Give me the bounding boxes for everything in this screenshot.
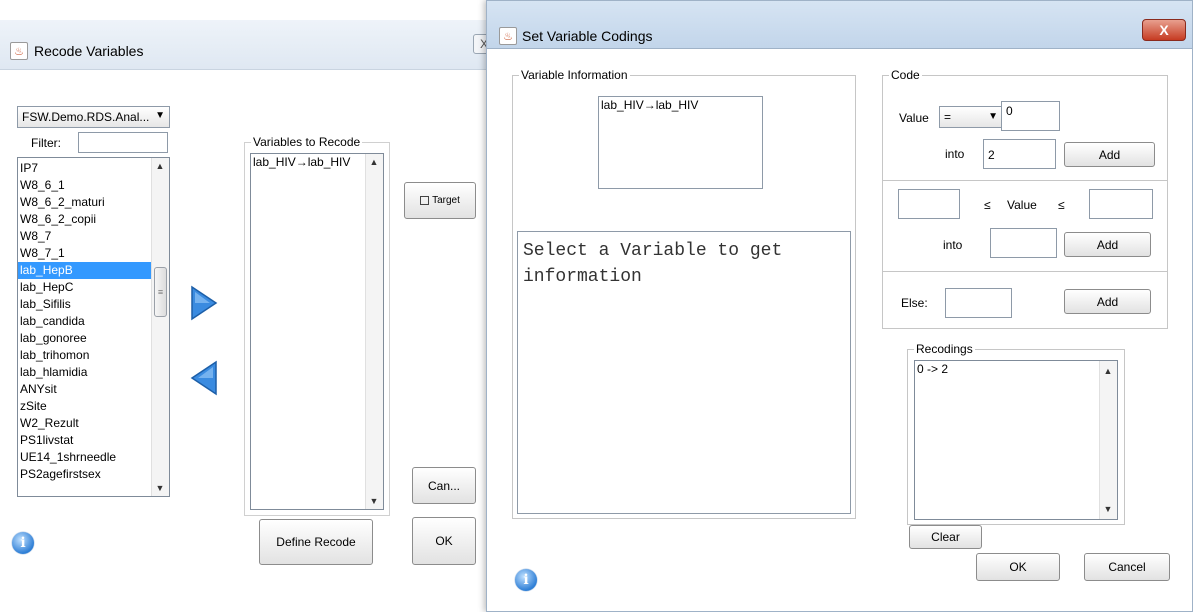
target-checkbox-button[interactable]: Target — [404, 182, 476, 219]
filter-label: Filter: — [31, 136, 61, 150]
code-group: Code Value = ▼ 0 into 2 Add ≤ Value ≤ in… — [882, 68, 1168, 329]
variable-info-text-area[interactable]: Select a Variable to get information — [517, 231, 851, 514]
recode-list-items: lab_HIV→lab_HIV — [251, 154, 366, 171]
variable-list-item[interactable]: PS2agefirstsex — [18, 466, 152, 483]
operator-value: = — [944, 110, 952, 124]
variable-list-item[interactable]: lab_HepC — [18, 279, 152, 296]
move-left-arrow-icon[interactable] — [190, 360, 218, 396]
separator — [883, 180, 1167, 181]
variable-list-item[interactable]: W2_Rezult — [18, 415, 152, 432]
variable-info-item[interactable]: lab_HIV→lab_HIV — [599, 97, 762, 114]
close-icon: X — [1159, 22, 1169, 38]
variable-list-scrollbar[interactable]: ▲ ≡ ▼ — [151, 158, 169, 496]
recodings-items: 0 -> 2 — [915, 361, 1100, 378]
chevron-down-icon: ▼ — [155, 110, 165, 121]
dataset-dropdown[interactable]: FSW.Demo.RDS.Anal... ▼ — [17, 106, 170, 128]
add-button[interactable]: Add — [1064, 142, 1155, 167]
leq-right: ≤ — [1058, 198, 1065, 212]
separator — [883, 271, 1167, 272]
into-input[interactable]: 2 — [983, 139, 1056, 169]
chevron-down-icon: ▼ — [988, 111, 998, 122]
add-else-button[interactable]: Add — [1064, 289, 1151, 314]
variable-list-items: IP7 W8_6_1 W8_6_2_maturi W8_6_2_copii W8_7 W8… — [18, 160, 152, 483]
else-label: Else: — [901, 296, 928, 310]
variable-list-item[interactable]: IP7 — [18, 160, 152, 177]
scroll-down-icon[interactable]: ▼ — [366, 496, 382, 506]
value-label: Value — [899, 111, 929, 125]
variable-list[interactable]: IP7 W8_6_1 W8_6_2_maturi W8_6_2_copii W8_7 W8… — [17, 157, 170, 497]
recode-list-item[interactable]: lab_HIV→lab_HIV — [251, 154, 366, 171]
variable-list-item[interactable]: lab_hlamidia — [18, 364, 152, 381]
variable-list-item[interactable]: W8_6_2_copii — [18, 211, 152, 228]
code-title: Code — [889, 68, 922, 82]
move-right-arrow-icon[interactable] — [190, 285, 218, 321]
set-variable-codings-dialog: ♨ Set Variable Codings X Variable Inform… — [486, 0, 1193, 612]
variable-list-item[interactable]: lab_HepB — [18, 262, 152, 279]
cancel-button[interactable]: Cancel — [1084, 553, 1170, 581]
info-icon[interactable]: i — [515, 569, 537, 591]
variables-to-recode-title: Variables to Recode — [251, 135, 363, 149]
window-title: Recode Variables — [34, 43, 144, 59]
recode-list[interactable]: lab_HIV→lab_HIV ▲ ▼ — [250, 153, 384, 510]
variable-list-item[interactable]: lab_gonoree — [18, 330, 152, 347]
scroll-up-icon[interactable]: ▲ — [366, 157, 382, 167]
scrollbar-thumb[interactable]: ≡ — [154, 267, 167, 317]
cancel-button[interactable]: Can... — [412, 467, 476, 504]
else-input[interactable] — [945, 288, 1012, 318]
java-app-icon: ♨ — [10, 42, 28, 60]
variables-to-recode-group: Variables to Recode lab_HIV→lab_HIV ▲ ▼ — [244, 135, 390, 516]
variable-list-item[interactable]: PS1livstat — [18, 432, 152, 449]
java-app-icon: ♨ — [499, 27, 517, 45]
ok-button[interactable]: OK — [976, 553, 1060, 581]
scroll-up-icon[interactable]: ▲ — [1100, 366, 1116, 376]
into-label: into — [945, 147, 965, 161]
variable-list-item[interactable]: W8_7_1 — [18, 245, 152, 262]
range-high-input[interactable] — [1089, 189, 1153, 219]
ok-button[interactable]: OK — [412, 517, 476, 565]
variable-list-item[interactable]: UE14_1shrneedle — [18, 449, 152, 466]
target-label: Target — [432, 195, 460, 206]
recoding-item[interactable]: 0 -> 2 — [915, 361, 1100, 378]
info-icon[interactable]: i — [12, 532, 34, 554]
operator-dropdown[interactable]: = ▼ — [939, 106, 1002, 128]
clear-button[interactable]: Clear — [909, 525, 982, 549]
define-recode-button[interactable]: Define Recode — [259, 519, 373, 565]
range-into-input[interactable] — [990, 228, 1057, 258]
recodings-title: Recodings — [914, 342, 975, 356]
recode-list-scrollbar[interactable]: ▲ ▼ — [365, 154, 383, 509]
variable-list-item[interactable]: W8_7 — [18, 228, 152, 245]
checkbox-icon — [420, 196, 430, 205]
scroll-up-icon[interactable]: ▲ — [152, 161, 168, 171]
range-into-label: into — [943, 238, 963, 252]
leq-left: ≤ — [984, 198, 991, 212]
variable-list-item[interactable]: lab_candida — [18, 313, 152, 330]
variable-information-title: Variable Information — [519, 68, 630, 82]
variable-list-item[interactable]: lab_Sifilis — [18, 296, 152, 313]
variable-list-item[interactable]: W8_6_1 — [18, 177, 152, 194]
value-input[interactable]: 0 — [1001, 101, 1060, 131]
range-low-input[interactable] — [898, 189, 960, 219]
info-text: Select a Variable to get information — [523, 241, 783, 287]
add-range-button[interactable]: Add — [1064, 232, 1151, 257]
range-value-label: Value — [1007, 198, 1037, 212]
variable-list-item[interactable]: zSite — [18, 398, 152, 415]
close-button[interactable]: X — [1142, 19, 1186, 41]
variable-list-item[interactable]: W8_6_2_maturi — [18, 194, 152, 211]
variable-information-group: Variable Information lab_HIV→lab_HIV Sel… — [512, 68, 856, 519]
scroll-down-icon[interactable]: ▼ — [152, 483, 168, 493]
dataset-dropdown-value: FSW.Demo.RDS.Anal... — [22, 110, 150, 124]
filter-input[interactable] — [78, 132, 168, 153]
recodings-scrollbar[interactable]: ▲ ▼ — [1099, 361, 1117, 519]
recode-variables-window: ♨ Recode Variables X FSW.Demo.RDS.Anal..… — [0, 20, 500, 612]
title-bar: ♨ Recode Variables X — [0, 20, 500, 70]
scroll-down-icon[interactable]: ▼ — [1100, 504, 1116, 514]
recodings-list[interactable]: 0 -> 2 ▲ ▼ — [914, 360, 1118, 520]
dialog-title: Set Variable Codings — [522, 28, 653, 44]
variable-list-item[interactable]: lab_trihomon — [18, 347, 152, 364]
variable-info-list[interactable]: lab_HIV→lab_HIV — [598, 96, 763, 189]
title-bar: ♨ Set Variable Codings X — [487, 1, 1192, 49]
recodings-group: Recodings 0 -> 2 ▲ ▼ — [907, 342, 1125, 525]
variable-list-item[interactable]: ANYsit — [18, 381, 152, 398]
